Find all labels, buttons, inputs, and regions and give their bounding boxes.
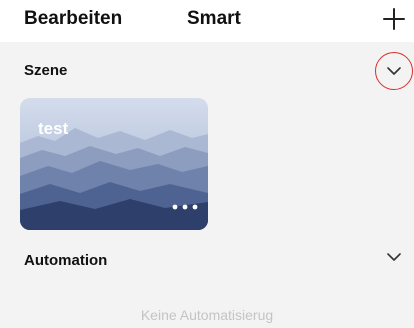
plus-icon[interactable] [381, 6, 407, 32]
chevron-down-icon[interactable] [383, 60, 405, 82]
more-dots-icon[interactable] [170, 202, 200, 212]
top-bar: Bearbeiten Smart [0, 0, 414, 42]
scene-card[interactable]: test [20, 98, 208, 230]
automation-section-title: Automation [24, 252, 108, 269]
scene-name: test [38, 119, 69, 138]
page-title: Smart [187, 8, 241, 29]
chevron-down-icon[interactable] [383, 246, 405, 268]
edit-button[interactable]: Bearbeiten [24, 8, 122, 30]
empty-state-text: Keine Automatisierug [140, 307, 274, 323]
scene-section-title: Szene [24, 62, 68, 79]
